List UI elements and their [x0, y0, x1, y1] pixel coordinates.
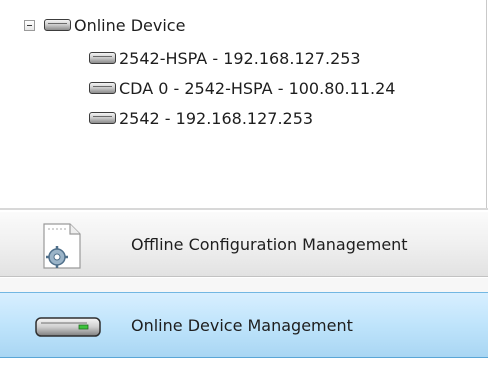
device-icon [89, 52, 116, 64]
tree-node-label: Online Device [74, 15, 186, 35]
online-device-management-button[interactable]: Online Device Management [0, 292, 488, 358]
device-tree-panel: Online Device 2542-HSPA - 192.168.127.25… [0, 0, 487, 208]
device-icon [89, 112, 116, 124]
offline-configuration-management-label: Offline Configuration Management [131, 234, 408, 254]
tree-node-device[interactable]: CDA 0 - 2542-HSPA - 100.80.11.24 [89, 76, 395, 100]
device-icon [35, 317, 101, 337]
tree-node-label: 2542-HSPA - 192.168.127.253 [119, 48, 361, 68]
tree-node-device[interactable]: 2542 - 192.168.127.253 [89, 106, 313, 130]
online-device-management-label: Online Device Management [131, 315, 353, 335]
panel-divider [0, 208, 488, 210]
tree-node-label: 2542 - 192.168.127.253 [119, 108, 314, 128]
device-icon [44, 19, 71, 31]
nav-separator [0, 278, 488, 292]
config-document-icon [43, 223, 81, 269]
offline-configuration-management-button[interactable]: Offline Configuration Management [0, 211, 488, 277]
tree-node-device[interactable]: 2542-HSPA - 192.168.127.253 [89, 46, 361, 70]
device-icon [89, 82, 116, 94]
tree-node-online-device[interactable]: Online Device [24, 14, 185, 36]
collapse-icon[interactable] [24, 19, 35, 31]
tree-node-label: CDA 0 - 2542-HSPA - 100.80.11.24 [119, 78, 396, 98]
